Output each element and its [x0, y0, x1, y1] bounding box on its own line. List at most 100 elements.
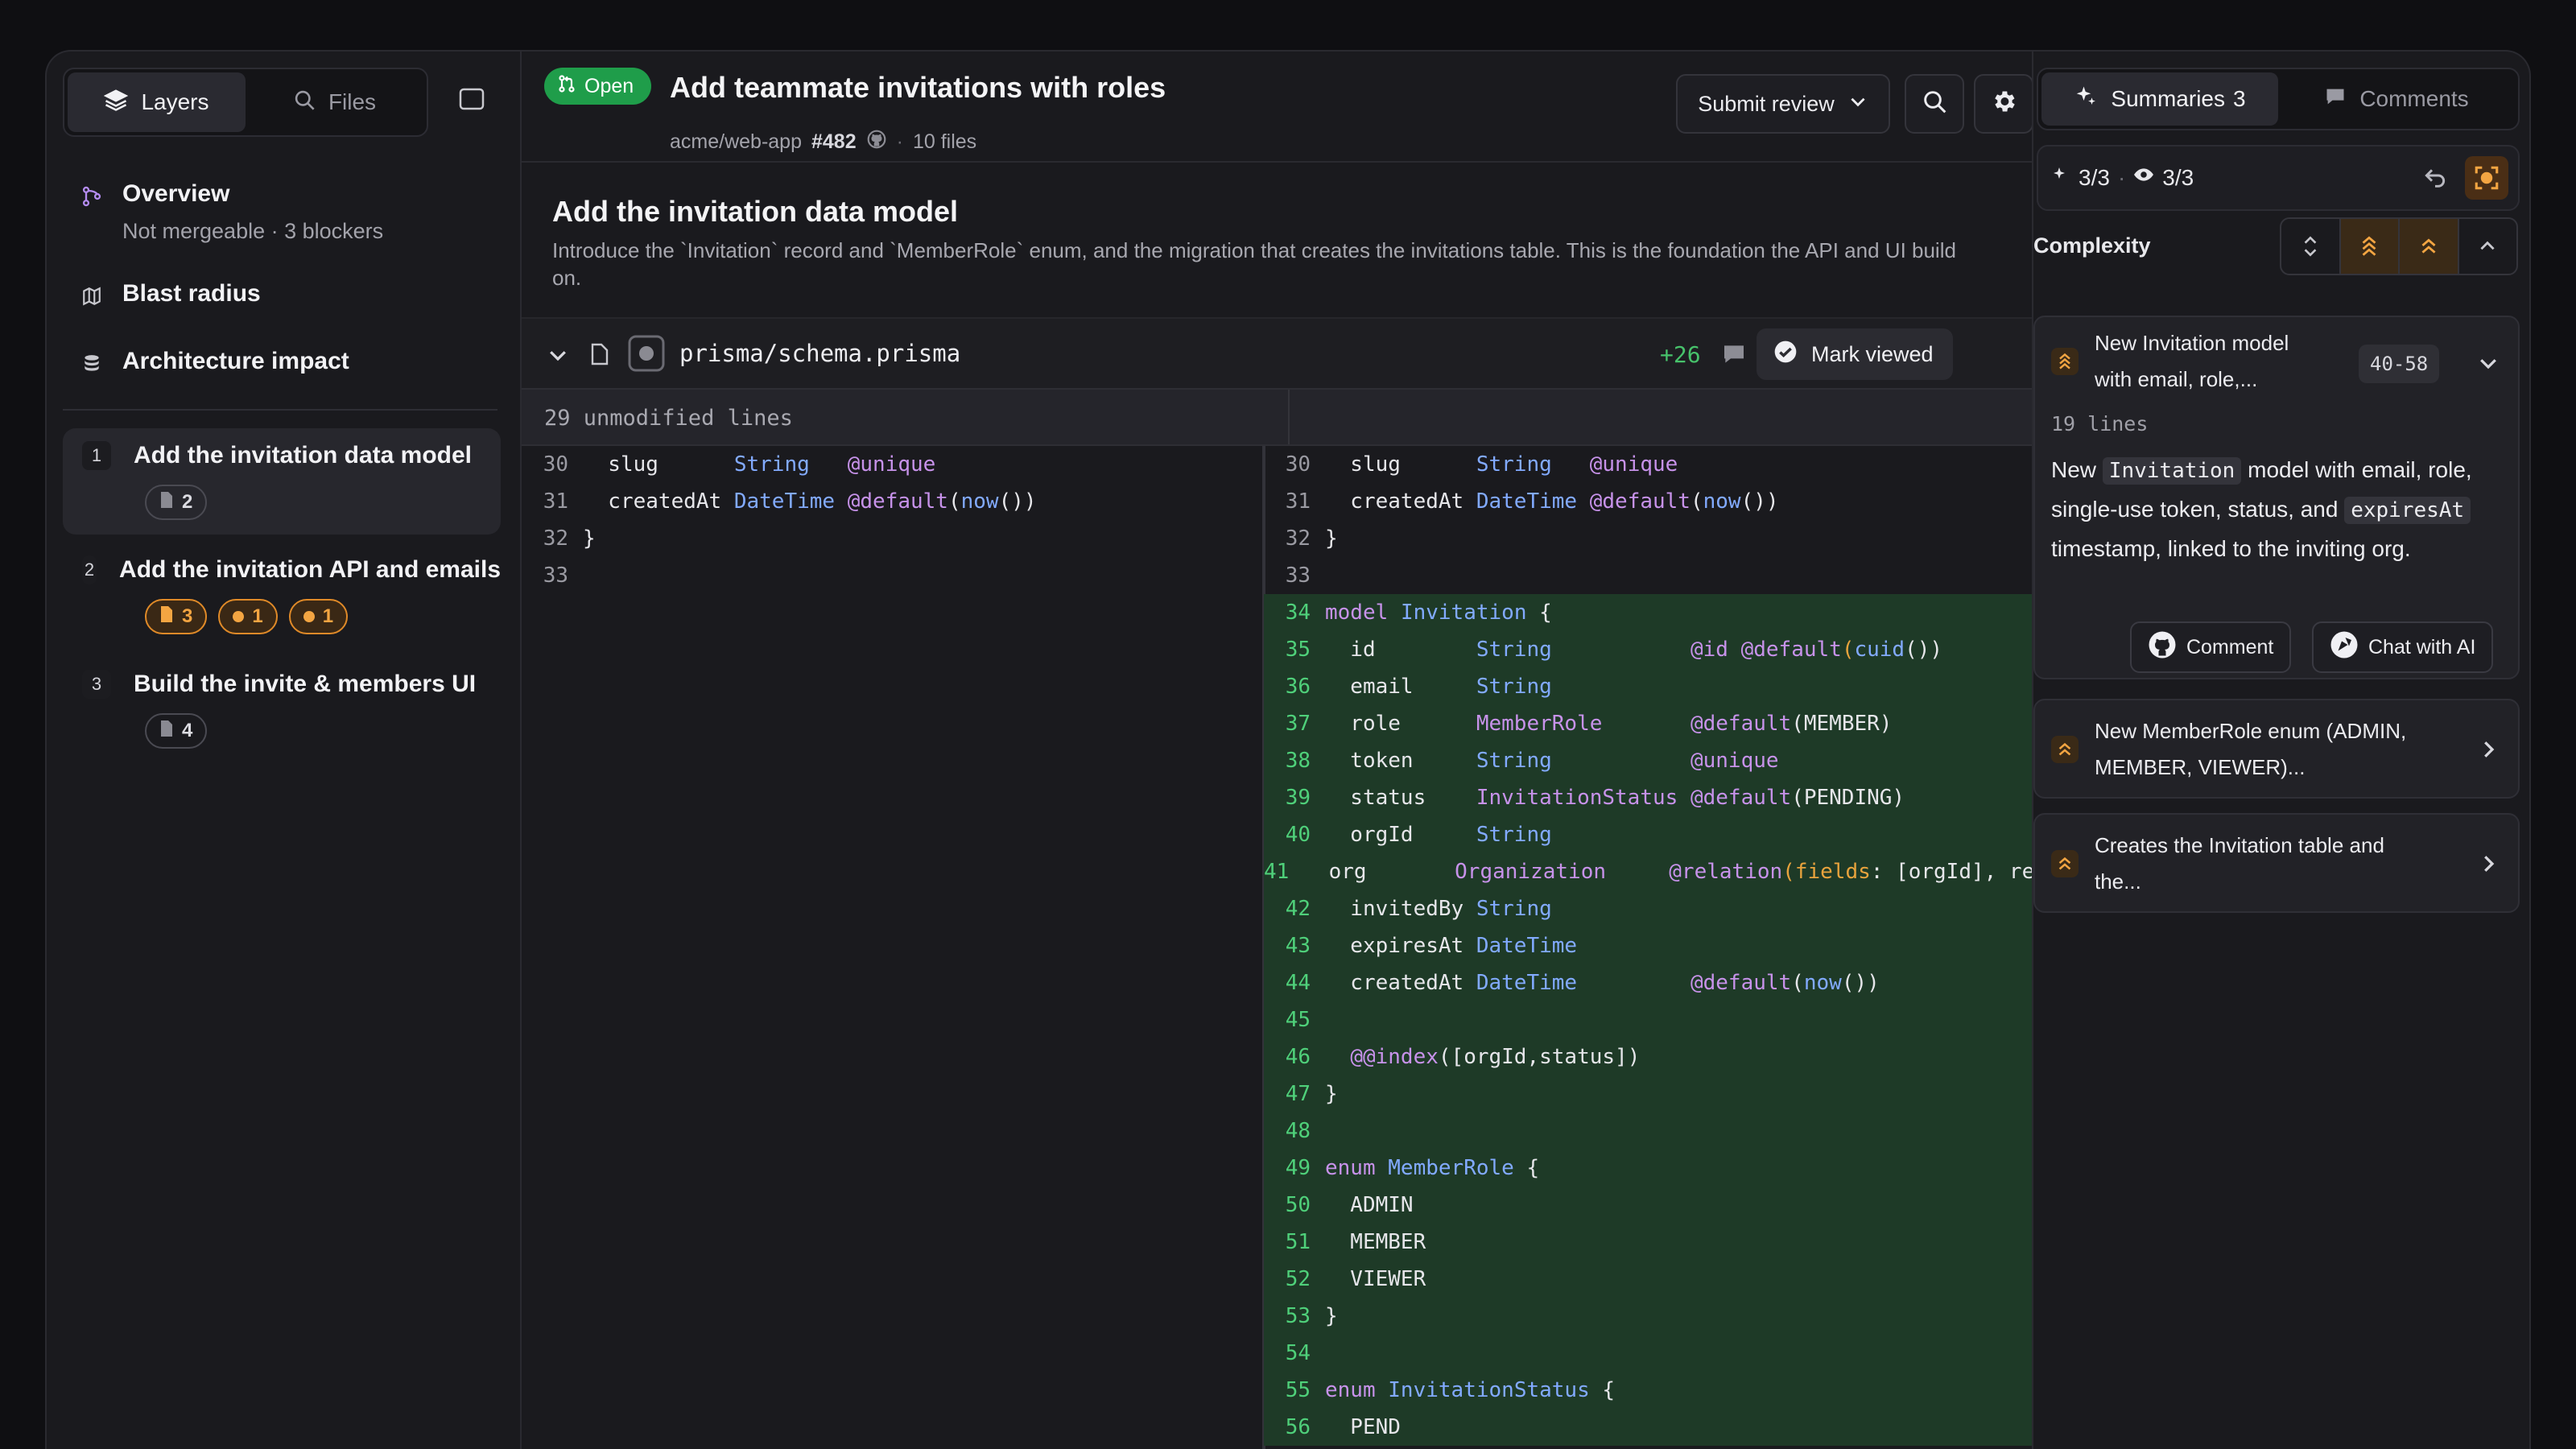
diff-line[interactable]: 33	[522, 557, 1262, 594]
chevron-down-icon[interactable]	[2476, 351, 2500, 379]
tab-summaries[interactable]: Summaries 3	[2041, 72, 2278, 126]
diff-line-added[interactable]: 48	[1264, 1113, 2032, 1150]
expand-collapse-icon[interactable]	[2281, 219, 2341, 274]
diff-line-added[interactable]: 41 org Organization @relation(fields: [o…	[1264, 853, 2032, 890]
sparkle-icon	[2074, 85, 2098, 114]
tab-comments[interactable]: Comments	[2278, 72, 2515, 126]
diff-line-added[interactable]: 34 model Invitation {	[1264, 594, 2032, 631]
diff-line[interactable]: 33	[1264, 557, 2032, 594]
submit-review-button[interactable]: Submit review	[1676, 74, 1890, 134]
line-number: 42	[1285, 897, 1311, 921]
diff-line[interactable]: 32}	[1264, 520, 2032, 557]
code-text: createdAt DateTime @default(now())	[1325, 971, 1880, 995]
viewed-toggle-icon[interactable]	[628, 335, 665, 376]
diff-line[interactable]: 32}	[522, 520, 1262, 557]
diff-line-added[interactable]: 55 enum InvitationStatus {	[1264, 1372, 2032, 1409]
search-button[interactable]	[1905, 74, 1964, 134]
file-header: prisma/schema.prisma +26 Mark viewed	[522, 317, 2032, 388]
diff-line[interactable]: 30 slug String @unique	[1264, 446, 2032, 483]
gear-icon	[1990, 88, 2017, 121]
diff-line-added[interactable]: 45	[1264, 1001, 2032, 1038]
diff-line[interactable]: 30 slug String @unique	[522, 446, 1262, 483]
chat-with-ai-button[interactable]: Chat with AI	[2312, 621, 2494, 673]
undo-icon[interactable]	[2421, 166, 2449, 196]
line-number: 51	[1285, 1230, 1311, 1254]
summary-card[interactable]: Creates the Invitation table and the...	[2033, 813, 2520, 913]
code-token: expiresAt	[2344, 497, 2471, 524]
diff-line-added[interactable]: 43 expiresAt DateTime	[1264, 927, 2032, 964]
diff-line[interactable]: 31 createdAt DateTime @default(now())	[522, 483, 1262, 520]
sparkle-icon	[2051, 165, 2070, 191]
diff-line-added[interactable]: 35 id String @id @default(cuid())	[1264, 631, 2032, 668]
focus-icon[interactable]	[2465, 156, 2508, 200]
diff-line-added[interactable]: 44 createdAt DateTime @default(now())	[1264, 964, 2032, 1001]
layer-title: Add the invitation data model	[134, 442, 473, 469]
github-icon[interactable]	[866, 129, 887, 155]
tab-files[interactable]: Files	[246, 72, 423, 132]
diff-line-added[interactable]: 39 status InvitationStatus @default(PEND…	[1264, 779, 2032, 816]
line-number: 45	[1285, 1008, 1311, 1032]
layer-item[interactable]: 2 Add the invitation API and emails 3 1 …	[63, 543, 501, 649]
summary-title: New Invitation model with email, role,..…	[2095, 331, 2289, 391]
unmodified-lines-bar[interactable]: 29 unmodified lines	[522, 388, 2032, 446]
panel-toggle-icon[interactable]	[459, 87, 485, 111]
file-count-badge: 2	[145, 485, 208, 520]
complexity-medium-icon[interactable]	[2400, 219, 2459, 274]
diff-line-added[interactable]: 42 invitedBy String	[1264, 890, 2032, 927]
status-badge: Open	[544, 68, 652, 105]
chevron-right-icon[interactable]	[2476, 737, 2500, 766]
comment-button[interactable]: Comment	[2130, 621, 2292, 673]
line-number: 52	[1285, 1267, 1311, 1291]
code-text: invitedBy String	[1325, 897, 1552, 921]
line-range[interactable]: 40-58	[2359, 345, 2440, 383]
diff-line-added[interactable]: 54	[1264, 1335, 2032, 1372]
summary-card[interactable]: New MemberRole enum (ADMIN, MEMBER, VIEW…	[2033, 699, 2520, 799]
chevron-up-icon[interactable]	[2459, 219, 2517, 274]
tab-summaries-label: Summaries	[2111, 86, 2225, 111]
layer-item[interactable]: 1 Add the invitation data model 2	[63, 428, 501, 535]
diff-line-added[interactable]: 47}	[1264, 1075, 2032, 1113]
diff-line-added[interactable]: 46 @@index([orgId,status])	[1264, 1038, 2032, 1075]
section-title: Add the invitation data model	[552, 195, 959, 228]
diff-line-added[interactable]: 51 MEMBER	[1264, 1224, 2032, 1261]
diff-line-added[interactable]: 56 PEND	[1264, 1409, 2032, 1446]
diff-line-added[interactable]: 50 ADMIN	[1264, 1187, 2032, 1224]
diff-line-added[interactable]: 49 enum MemberRole {	[1264, 1150, 2032, 1187]
nav-overview[interactable]: Overview Not mergeable · 3 blockers	[79, 180, 383, 244]
layer-item[interactable]: 3 Build the invite & members UI 4	[63, 657, 501, 763]
diff-line[interactable]: 31 createdAt DateTime @default(now())	[1264, 483, 2032, 520]
search-icon	[1922, 89, 1947, 120]
nav-blast-radius[interactable]: Blast radius	[79, 280, 261, 309]
layer-number: 2	[82, 555, 97, 584]
chevron-down-icon[interactable]	[546, 343, 570, 371]
complexity-label: Complexity	[2033, 233, 2151, 258]
diff-line-added[interactable]: 37 role MemberRole @default(MEMBER)	[1264, 705, 2032, 742]
main-panel: Open Add teammate invitations with roles…	[522, 52, 2033, 1449]
code-text: orgId String	[1325, 823, 1552, 847]
code-text: }	[1325, 1304, 1338, 1328]
complexity-high-icon[interactable]	[2340, 219, 2400, 274]
diff-line-added[interactable]: 53}	[1264, 1298, 2032, 1335]
complexity-high-icon	[2051, 348, 2079, 375]
complexity-medium-icon	[2051, 736, 2079, 763]
diff-line-added[interactable]: 52 VIEWER	[1264, 1261, 2032, 1298]
settings-button[interactable]	[1974, 74, 2033, 134]
line-number: 36	[1285, 675, 1311, 699]
diff-line-added[interactable]: 40 orgId String	[1264, 816, 2032, 853]
comment-icon[interactable]	[1721, 341, 1747, 371]
chevron-right-icon[interactable]	[2476, 852, 2500, 880]
repo-name[interactable]: acme/web-app	[670, 130, 802, 154]
line-number: 33	[1285, 564, 1311, 588]
diff-line-added[interactable]: 36 email String	[1264, 668, 2032, 705]
sidebar-tabs: Layers Files	[63, 68, 428, 137]
mark-viewed-button[interactable]: Mark viewed	[1757, 328, 1953, 380]
file-icon	[159, 605, 174, 629]
code-text: enum MemberRole {	[1325, 1156, 1540, 1180]
diff-line-added[interactable]: 38 token String @unique	[1264, 742, 2032, 779]
tab-layers[interactable]: Layers	[68, 72, 246, 132]
pr-number[interactable]: #482	[811, 130, 857, 154]
summary-card[interactable]: New Invitation model with email, role,..…	[2033, 316, 2520, 679]
code-text: model Invitation {	[1325, 601, 1552, 625]
code-text: slug String @unique	[1325, 452, 1678, 477]
nav-architecture-impact[interactable]: Architecture impact	[79, 348, 349, 377]
